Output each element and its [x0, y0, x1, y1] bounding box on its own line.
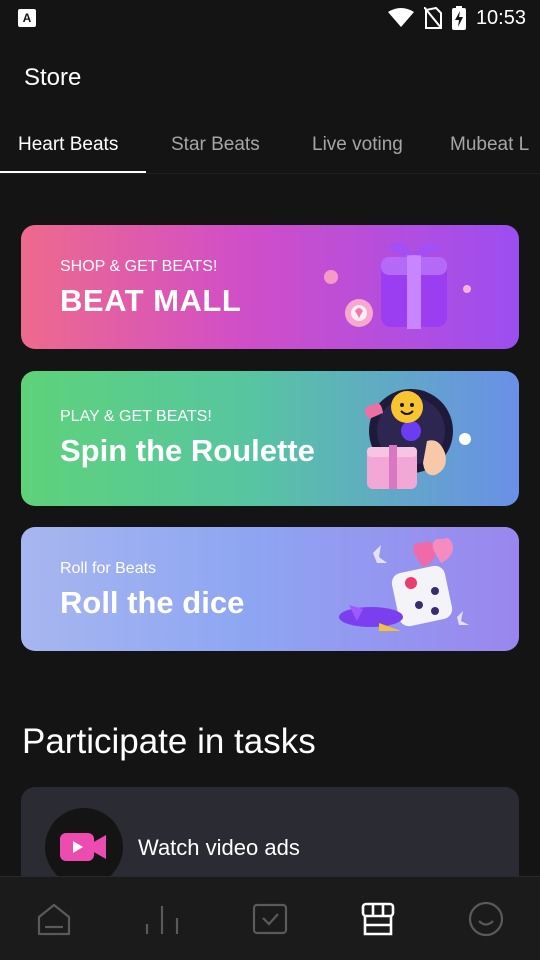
no-sim-icon: [423, 7, 442, 29]
page-title: Store: [24, 64, 82, 91]
nav-store[interactable]: [324, 877, 432, 960]
gift-box-icon: [324, 242, 471, 329]
tab-mubeat-l[interactable]: Mubeat L: [433, 128, 540, 173]
home-icon: [37, 903, 71, 935]
chart-icon: [145, 905, 179, 934]
video-camera-icon: [60, 833, 106, 861]
nav-profile[interactable]: [432, 877, 540, 960]
nav-home[interactable]: [0, 877, 108, 960]
card-title: BEAT MALL: [60, 283, 242, 318]
status-icons: 10:53: [387, 6, 526, 30]
tab-heart-beats[interactable]: Heart Beats: [0, 128, 146, 173]
store-icon: [361, 902, 395, 935]
roulette-card[interactable]: PLAY & GET BEATS! Spin the Roulette: [21, 371, 519, 506]
card-subtitle: PLAY & GET BEATS!: [60, 408, 212, 425]
battery-icon: [451, 6, 466, 30]
status-bar: A 10:53: [0, 0, 540, 36]
card-title: Roll the dice: [60, 585, 245, 620]
beat-mall-card[interactable]: SHOP & GET BEATS! BEAT MALL: [21, 225, 519, 349]
nav-tasks[interactable]: [216, 877, 324, 960]
roulette-icon: [364, 389, 471, 489]
wifi-icon: [387, 8, 414, 27]
card-subtitle: SHOP & GET BEATS!: [60, 258, 218, 275]
section-title: Participate in tasks: [22, 722, 316, 761]
card-title: Spin the Roulette: [60, 433, 315, 468]
tab-star-beats[interactable]: Star Beats: [146, 128, 291, 173]
tab-bar: Heart Beats Star Beats Live voting Mubea…: [0, 128, 540, 174]
tab-live-voting[interactable]: Live voting: [291, 128, 433, 173]
profile-icon: [468, 901, 504, 936]
nav-chart[interactable]: [108, 877, 216, 960]
task-icon-circle: [45, 808, 123, 886]
check-box-icon: [252, 903, 288, 934]
task-label: Watch video ads: [138, 835, 300, 860]
app-notification-icon: A: [18, 9, 36, 27]
dice-icon: [339, 538, 469, 631]
clock: 10:53: [475, 6, 526, 29]
dice-card[interactable]: Roll for Beats Roll the dice: [21, 527, 519, 651]
bottom-nav: [0, 876, 540, 960]
card-subtitle: Roll for Beats: [60, 560, 157, 577]
